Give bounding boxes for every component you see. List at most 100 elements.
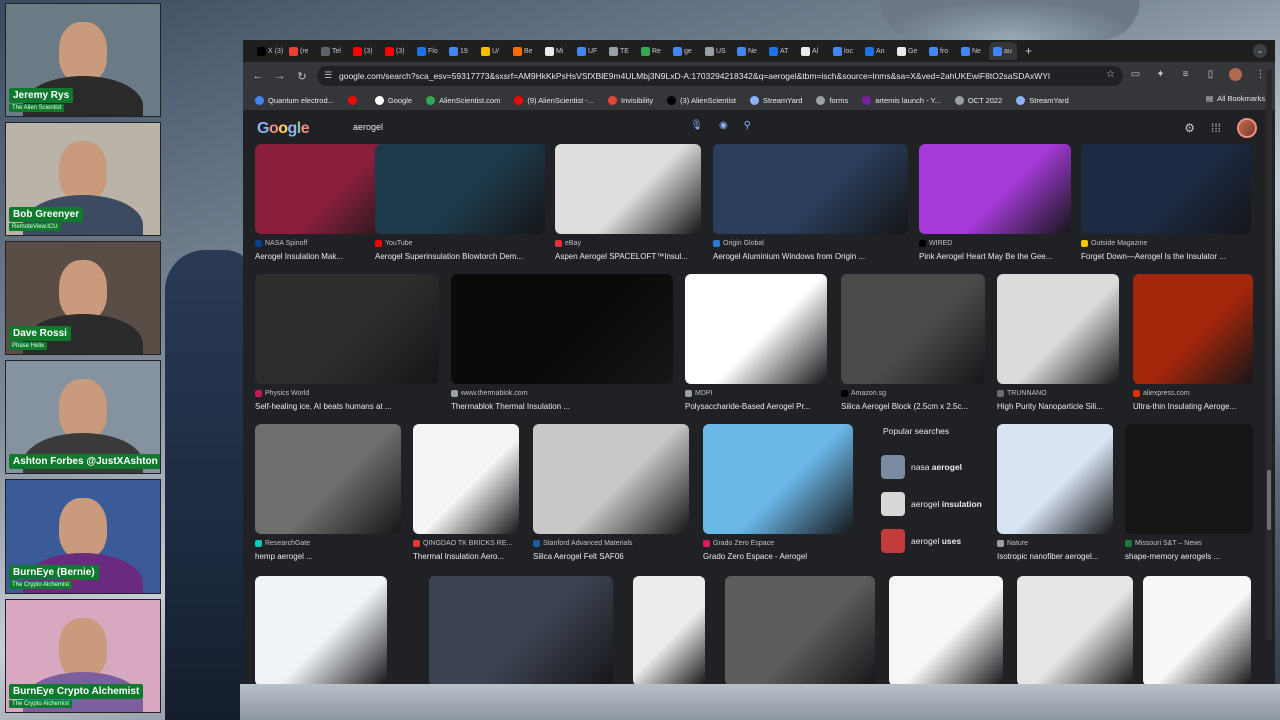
back-icon[interactable]: ← — [247, 70, 269, 82]
image-thumbnail[interactable] — [1081, 144, 1251, 234]
bookmark-item[interactable]: StreamYard — [750, 95, 802, 105]
image-thumbnail[interactable] — [713, 144, 908, 234]
browser-tab[interactable]: au — [989, 42, 1017, 60]
microphone-icon[interactable]: 🎙 — [690, 120, 703, 131]
image-result[interactable] — [633, 576, 705, 684]
image-source[interactable]: YouTube — [375, 240, 413, 247]
popular-search-item[interactable]: nasa aerogel — [875, 448, 995, 485]
image-thumbnail[interactable] — [997, 424, 1113, 534]
browser-tab[interactable]: Re — [637, 42, 669, 60]
image-result[interactable] — [1017, 576, 1133, 684]
browser-tab[interactable]: Mi — [541, 42, 573, 60]
image-thumbnail[interactable] — [255, 576, 387, 684]
image-title[interactable]: Pink Aerogel Heart May Be the Gee... — [919, 252, 1081, 261]
cast-icon[interactable]: ▭ — [1129, 68, 1142, 81]
bookmark-item[interactable]: (9) AlienScientist -... — [514, 95, 594, 105]
image-result[interactable]: aliexpress.com Ultra-thin Insulating Aero… — [1133, 274, 1253, 416]
image-source[interactable]: eBay — [555, 240, 581, 247]
browser-tab[interactable]: TE — [605, 42, 637, 60]
browser-tab[interactable]: Flo — [413, 42, 445, 60]
bookmark-item[interactable]: AlienScientist.com — [426, 95, 500, 105]
image-thumbnail[interactable] — [413, 424, 519, 534]
image-result[interactable] — [429, 576, 613, 684]
image-thumbnail[interactable] — [1133, 274, 1253, 384]
image-result[interactable]: Missouri S&T – News shape-memory aerogels… — [1125, 424, 1253, 566]
image-source[interactable]: www.thermablok.com — [451, 390, 528, 397]
image-title[interactable]: Grado Zero Espace - Aerogel — [703, 552, 863, 561]
image-thumbnail[interactable] — [1143, 576, 1251, 684]
image-thumbnail[interactable] — [1125, 424, 1253, 534]
image-thumbnail[interactable] — [725, 576, 875, 684]
new-tab-button[interactable]: + — [1025, 44, 1032, 58]
image-result[interactable]: Amazon.sg Silica Aerogel Block (2.5cm x 2… — [841, 274, 985, 416]
image-thumbnail[interactable] — [841, 274, 985, 384]
search-box[interactable]: aerogel 🎙 ◉ ⚲ — [341, 116, 761, 138]
image-source[interactable]: MDPI — [685, 390, 713, 397]
image-result[interactable] — [255, 576, 387, 684]
image-result[interactable] — [1143, 576, 1251, 684]
google-logo[interactable]: Google — [257, 120, 310, 138]
side-panel-icon[interactable]: ▯ — [1204, 68, 1217, 81]
image-result[interactable]: Grado Zero Espace Grado Zero Espace - Aer… — [703, 424, 853, 566]
bookmark-item[interactable]: Google — [374, 95, 412, 105]
bookmark-item[interactable]: OCT 2022 — [954, 95, 1002, 105]
browser-tab[interactable]: (3) — [349, 42, 381, 60]
image-result[interactable]: YouTube Aerogel Superinsulation Blowtorch… — [375, 144, 545, 266]
address-bar[interactable]: ☰ google.com/search?sca_esv=59317773&sxs… — [317, 66, 1123, 86]
reading-list-icon[interactable]: ≡ — [1179, 68, 1192, 81]
browser-tab[interactable]: loc — [829, 42, 861, 60]
browser-tab[interactable]: U/ — [477, 42, 509, 60]
popular-search-item[interactable]: aerogel uses — [875, 522, 995, 559]
profile-avatar[interactable] — [1229, 68, 1242, 81]
bookmark-item[interactable]: artemis launch - Y... — [862, 95, 941, 105]
browser-tab[interactable]: 19 — [445, 42, 477, 60]
image-title[interactable]: Self-healing ice, AI beats humans at ... — [255, 402, 449, 411]
image-source[interactable]: Nature — [997, 540, 1028, 547]
page-scrollbar-thumb[interactable] — [1267, 470, 1271, 530]
all-bookmarks-button[interactable]: ▤ All Bookmarks — [1206, 94, 1265, 103]
image-title[interactable]: Forget Down—Aerogel Is the Insulator ... — [1081, 252, 1261, 261]
image-result[interactable] — [725, 576, 875, 684]
image-source[interactable]: ResearchGate — [255, 540, 310, 547]
image-result[interactable]: Physics World Self-healing ice, AI beats … — [255, 274, 439, 416]
image-title[interactable]: Ultra-thin Insulating Aeroge... — [1133, 402, 1263, 411]
image-result[interactable]: Outside Magazine Forget Down—Aerogel Is t… — [1081, 144, 1251, 266]
image-thumbnail[interactable] — [533, 424, 689, 534]
image-source[interactable]: Grado Zero Espace — [703, 540, 774, 547]
browser-tab[interactable]: Be — [509, 42, 541, 60]
image-title[interactable]: Thermablok Thermal Insulation ... — [451, 402, 683, 411]
image-title[interactable]: Aerogel Aluminium Windows from Origin ..… — [713, 252, 918, 261]
bookmark-item[interactable]: (3) AlienScientist — [667, 95, 736, 105]
image-thumbnail[interactable] — [555, 144, 701, 234]
extensions-icon[interactable]: ✦ — [1154, 68, 1167, 81]
image-result[interactable]: QINGDAO TK BRICKS RE... Thermal Insulatio… — [413, 424, 519, 566]
image-thumbnail[interactable] — [889, 576, 1003, 684]
forward-icon[interactable]: → — [269, 70, 291, 82]
image-title[interactable]: hemp aerogel ... — [255, 552, 411, 561]
image-source[interactable]: WIRED — [919, 240, 952, 247]
image-source[interactable]: Outside Magazine — [1081, 240, 1147, 247]
bookmark-item[interactable]: Invisibility — [608, 95, 653, 105]
image-thumbnail[interactable] — [255, 274, 439, 384]
browser-tab[interactable]: (re — [285, 42, 317, 60]
browser-tab[interactable]: AT — [765, 42, 797, 60]
bookmark-item[interactable]: Quantum electrod... — [255, 95, 334, 105]
camera-search-icon[interactable]: ◉ — [719, 120, 728, 131]
browser-tab[interactable]: Ge — [893, 42, 925, 60]
image-source[interactable]: Amazon.sg — [841, 390, 886, 397]
bookmark-item[interactable]: forms — [816, 95, 848, 105]
image-source[interactable]: Physics World — [255, 390, 309, 397]
bookmark-star-icon[interactable]: ☆ — [1106, 69, 1115, 80]
image-source[interactable]: aliexpress.com — [1133, 390, 1190, 397]
image-source[interactable]: TRUNNANO — [997, 390, 1047, 397]
apps-grid-icon[interactable]: ⁞⁞⁞ — [1211, 121, 1221, 135]
image-source[interactable]: Stanford Advanced Materials — [533, 540, 633, 547]
image-title[interactable]: Aspen Aerogel SPACELOFT™Insul... — [555, 252, 711, 261]
image-thumbnail[interactable] — [997, 274, 1119, 384]
image-source[interactable]: Missouri S&T – News — [1125, 540, 1202, 547]
image-thumbnail[interactable] — [255, 424, 401, 534]
image-title[interactable]: High Purity Nanoparticle Sili... — [997, 402, 1129, 411]
image-title[interactable]: Polysaccharide-Based Aerogel Pr... — [685, 402, 837, 411]
image-result[interactable] — [889, 576, 1003, 684]
browser-tab[interactable]: (3) — [381, 42, 413, 60]
